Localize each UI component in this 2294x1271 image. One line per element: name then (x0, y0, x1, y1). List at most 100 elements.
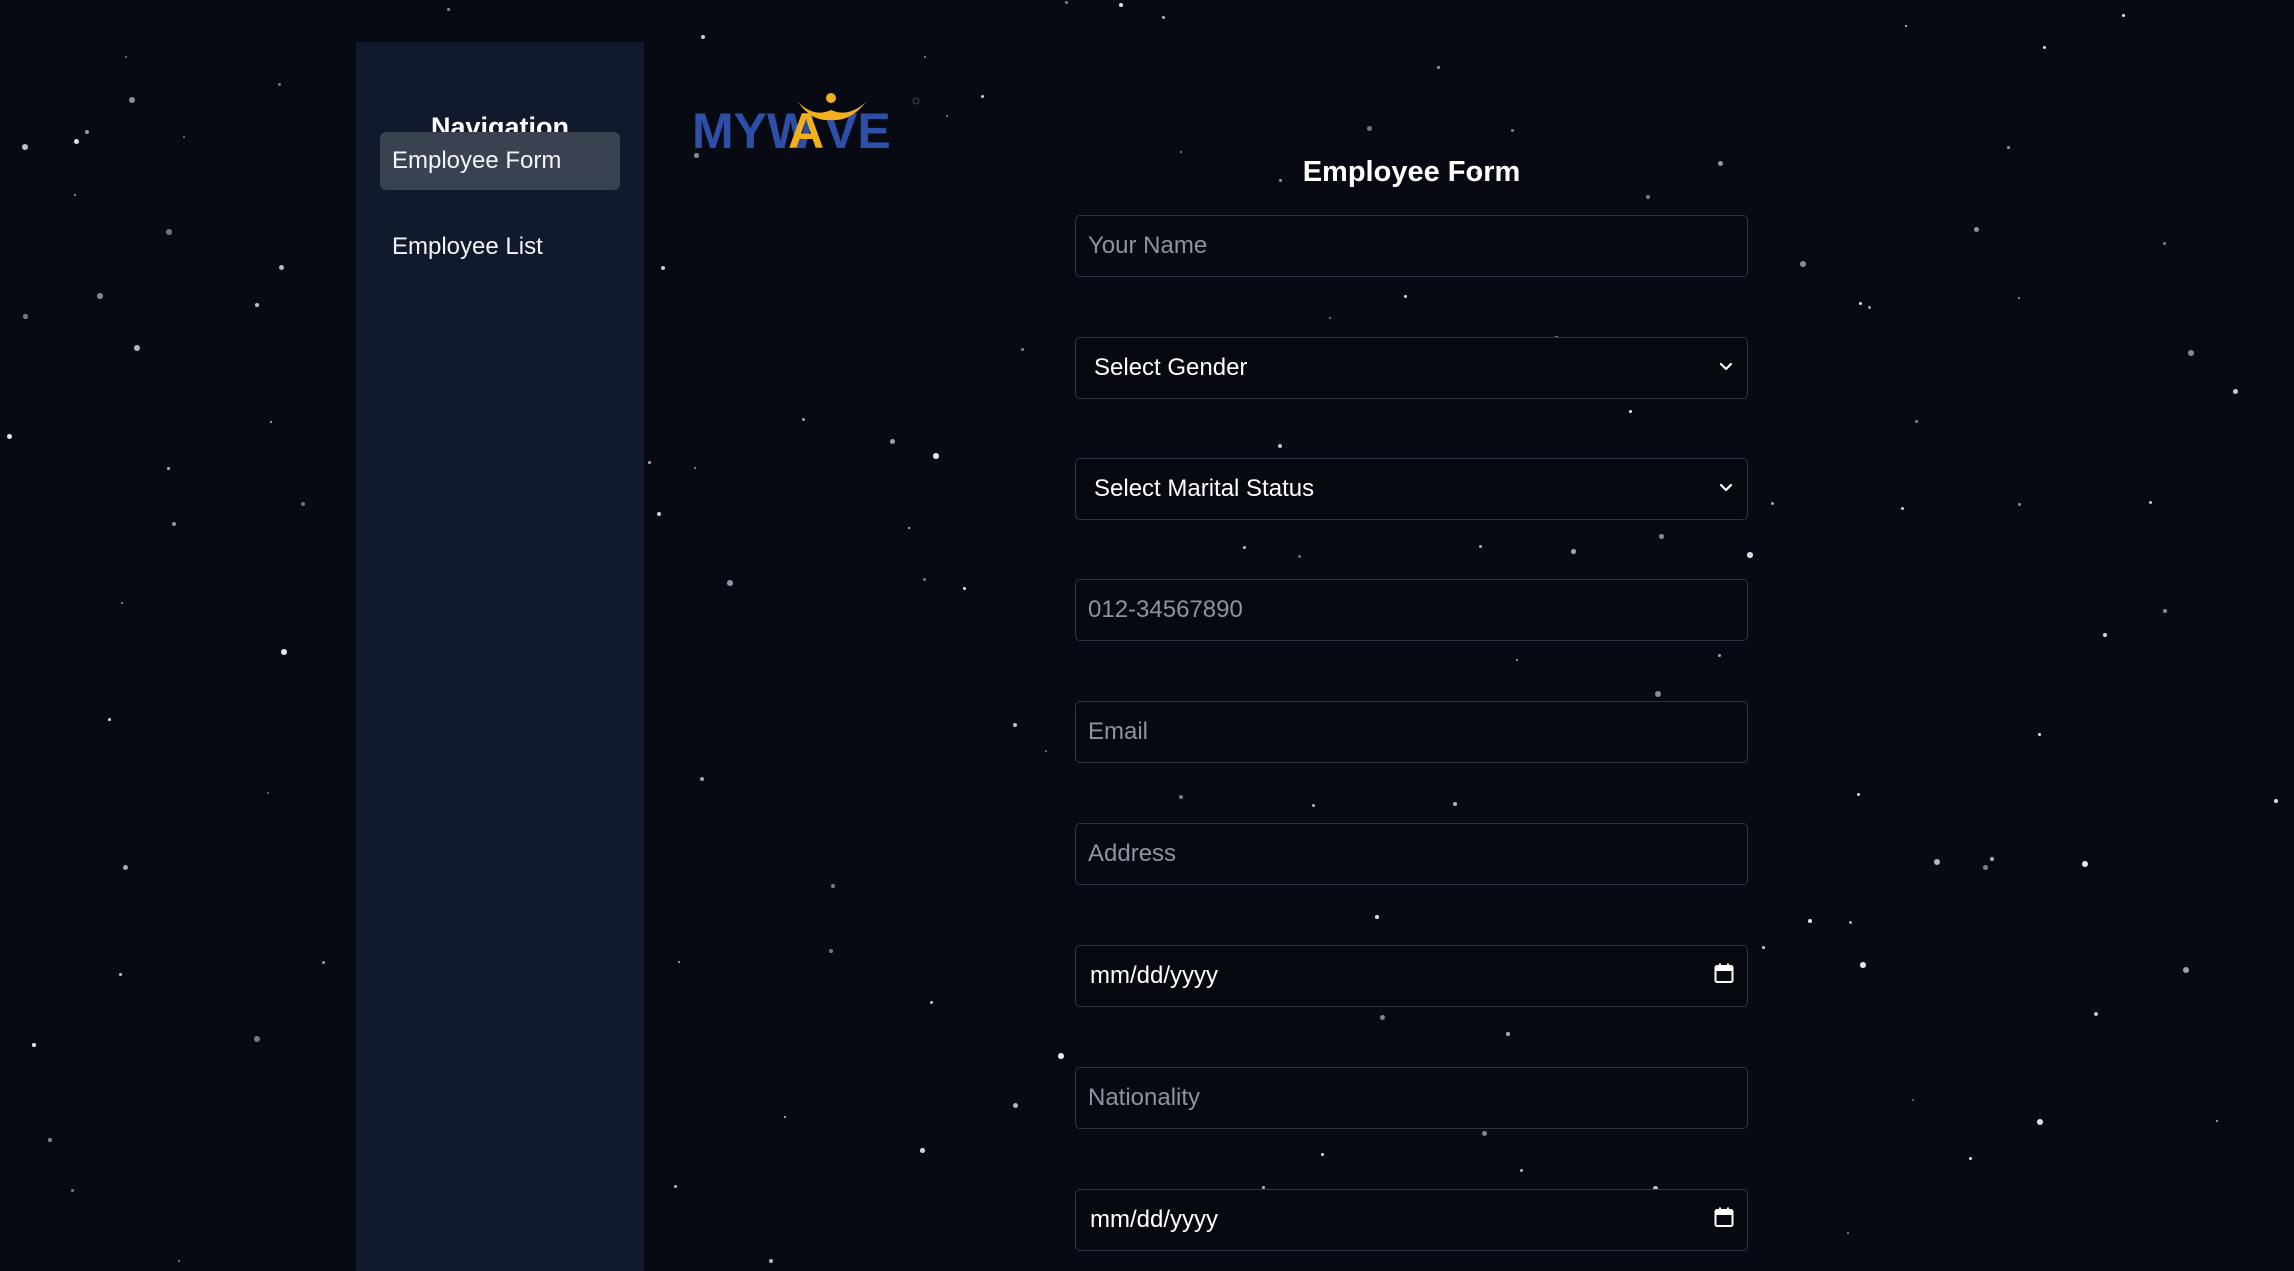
star-dot (2163, 242, 2167, 246)
star-dot (1762, 946, 1765, 949)
star-dot (1404, 295, 1408, 299)
star-dot (1013, 1103, 1019, 1109)
star-dot (74, 139, 79, 144)
logo-figure-head (826, 93, 836, 103)
star-dot (108, 718, 111, 721)
star-dot (2274, 799, 2278, 803)
star-dot (1990, 857, 1994, 861)
address-field[interactable] (1075, 823, 1748, 885)
star-dot (2007, 146, 2011, 150)
star-dot (2149, 501, 2153, 505)
star-dot (1915, 420, 1918, 423)
chevron-down-icon (1717, 475, 1735, 503)
star-dot (831, 884, 835, 888)
star-dot (121, 602, 124, 605)
star-dot (784, 1116, 787, 1119)
star-dot (1278, 444, 1282, 448)
star-dot (1901, 507, 1905, 511)
chevron-down-icon (1717, 354, 1735, 382)
date-value: mm/dd/yyyy (1090, 1206, 1219, 1233)
name-input[interactable] (1088, 216, 1735, 276)
star-dot (1655, 691, 1661, 697)
star-dot (1179, 795, 1184, 800)
star-dot (129, 97, 135, 103)
star-dot (74, 194, 77, 197)
star-dot (48, 1138, 52, 1142)
email-input[interactable] (1088, 702, 1735, 762)
star-dot (267, 792, 270, 795)
star-dot (1479, 545, 1483, 549)
star-dot (2094, 1012, 2099, 1017)
gender-select[interactable]: Select Gender (1075, 337, 1748, 399)
star-dot (694, 467, 697, 470)
star-dot (2216, 1120, 2219, 1123)
star-dot (661, 266, 665, 270)
nationality-field[interactable] (1075, 1067, 1748, 1129)
star-dot (1058, 1053, 1064, 1059)
star-dot (1119, 3, 1124, 8)
star-dot (270, 421, 273, 424)
star-dot (1571, 549, 1576, 554)
star-dot (1298, 555, 1302, 559)
phone-input[interactable] (1088, 580, 1735, 640)
star-dot (447, 8, 450, 11)
star-dot (648, 461, 651, 464)
phone-field[interactable] (1075, 579, 1748, 641)
star-dot (890, 439, 896, 445)
sidebar-item-label: Employee Form (392, 147, 562, 174)
marital-select-value: Select Marital Status (1094, 475, 1315, 502)
name-field[interactable] (1075, 215, 1748, 277)
star-dot (1808, 919, 1812, 923)
star-dot (279, 265, 285, 271)
star-dot (1983, 865, 1988, 870)
sidebar: Navigation Employee Form Employee List (356, 42, 644, 1271)
star-dot (1646, 195, 1651, 200)
date-field-1[interactable]: mm/dd/yyyy (1075, 945, 1748, 1007)
star-dot (674, 1185, 677, 1188)
star-dot (701, 35, 705, 39)
star-dot (254, 1036, 260, 1042)
calendar-icon[interactable] (1713, 1206, 1735, 1235)
star-dot (1516, 659, 1519, 662)
star-dot (2038, 733, 2042, 737)
logo-trademark-mark (912, 97, 920, 105)
star-dot (1180, 151, 1183, 154)
star-dot (1321, 1153, 1325, 1157)
nationality-input[interactable] (1088, 1068, 1735, 1128)
address-input[interactable] (1088, 824, 1735, 884)
date-value: mm/dd/yyyy (1090, 962, 1219, 989)
star-dot (1013, 723, 1018, 728)
star-dot (908, 527, 911, 530)
date-field-2[interactable]: mm/dd/yyyy (1075, 1189, 1748, 1251)
star-dot (2163, 609, 2167, 613)
star-dot (1718, 654, 1722, 658)
sidebar-item-employee-form[interactable]: Employee Form (380, 132, 620, 190)
star-dot (7, 434, 13, 440)
star-dot (71, 1189, 75, 1193)
star-dot (981, 95, 985, 99)
star-dot (1375, 915, 1379, 919)
star-dot (1849, 921, 1852, 924)
star-dot (1367, 126, 1373, 132)
email-field[interactable] (1075, 701, 1748, 763)
calendar-icon[interactable] (1713, 962, 1735, 991)
star-dot (2037, 1119, 2043, 1125)
star-dot (2082, 861, 2088, 867)
star-dot (134, 345, 140, 351)
marital-status-select[interactable]: Select Marital Status (1075, 458, 1748, 520)
star-dot (281, 649, 287, 655)
star-dot (1162, 16, 1165, 19)
star-dot (1511, 129, 1515, 133)
star-dot (2103, 633, 2108, 638)
star-dot (301, 502, 305, 506)
star-dot (1868, 306, 1872, 310)
star-dot (727, 580, 733, 586)
star-dot (963, 587, 967, 591)
star-dot (924, 56, 927, 59)
star-dot (1934, 859, 1940, 865)
star-dot (923, 578, 927, 582)
star-dot (802, 418, 806, 422)
star-dot (85, 130, 89, 134)
star-dot (1380, 1015, 1386, 1021)
sidebar-item-employee-list[interactable]: Employee List (380, 218, 620, 276)
